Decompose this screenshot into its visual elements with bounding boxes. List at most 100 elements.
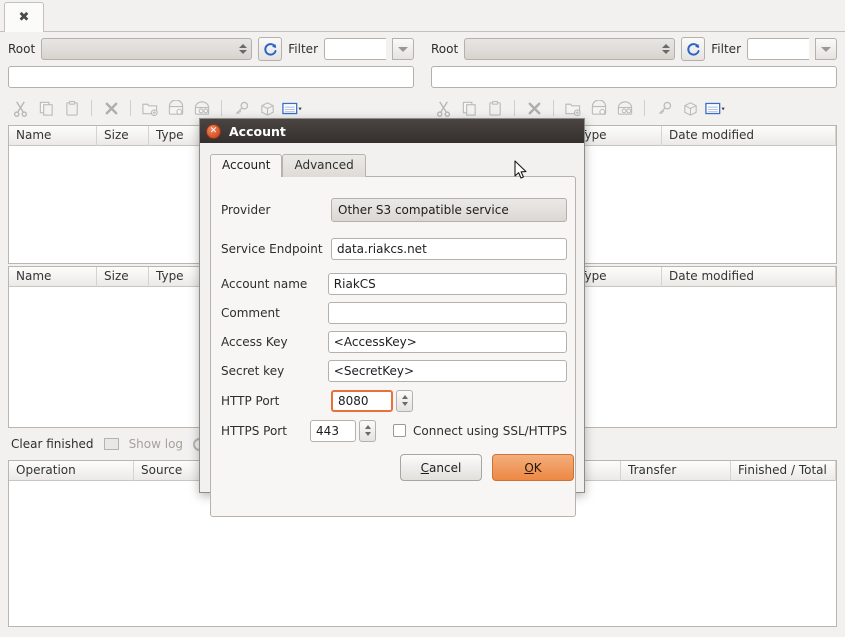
view-mode-icon[interactable] [281,97,305,119]
column-header-size[interactable]: Size [97,126,149,146]
service-endpoint-label: Service Endpoint [221,242,331,256]
https-port-spin-buttons[interactable] [359,420,376,442]
comment-input[interactable] [328,302,567,324]
left-filter-label: Filter [288,42,318,56]
column-header-finished-total[interactable]: Finished / Total [731,461,836,481]
copy-icon[interactable] [457,97,481,119]
left-refresh-button[interactable] [258,37,282,61]
access-key-input[interactable]: <AccessKey> [328,331,567,353]
refresh-icon [263,42,278,57]
row-secret-key: Secret key <SecretKey> [221,356,567,385]
delete-icon[interactable] [522,97,546,119]
row-account-name: Account name RiakCS [221,269,567,298]
left-root-row: Root Filter [0,36,422,62]
folder-lock-key-icon[interactable] [613,97,637,119]
show-log-button[interactable]: Show log [129,437,184,451]
account-dialog: ✕ Account Account Advanced Provider Othe… [199,118,585,493]
dialog-tab-bar: Account Advanced [210,154,366,177]
close-icon[interactable]: ✕ [206,124,221,139]
tab-advanced[interactable]: Advanced [282,154,365,177]
tab-account[interactable]: Account [210,154,282,177]
dialog-button-row: Cancel OK [400,454,574,481]
view-mode-icon[interactable] [704,97,728,119]
toolbar-separator [221,100,222,116]
cancel-button[interactable]: Cancel [400,454,482,481]
column-header-name[interactable]: Name [9,126,97,146]
ok-button-mnemonic: O [524,461,533,475]
left-root-combo[interactable] [41,38,252,60]
folder-lock-icon[interactable] [164,97,188,119]
https-port-input[interactable]: 443 [310,420,356,442]
secret-key-input[interactable]: <SecretKey> [328,360,567,382]
right-filter-input[interactable] [747,38,809,60]
ssl-checkbox[interactable] [393,424,406,437]
key-icon[interactable] [652,97,676,119]
toolbar-separator [644,100,645,116]
row-access-key: Access Key <AccessKey> [221,327,567,356]
row-http-port: HTTP Port 8080 [221,385,567,416]
close-icon: ✖ [19,11,30,24]
provider-select[interactable]: Other S3 compatible service [331,198,567,222]
folder-lock-key-icon[interactable] [190,97,214,119]
http-port-label: HTTP Port [221,394,331,408]
key-icon[interactable] [229,97,253,119]
column-header-operation[interactable]: Operation [9,461,134,481]
toolbar-separator [553,100,554,116]
chevron-down-icon [821,47,831,52]
ok-button[interactable]: OK [492,454,574,481]
row-https-port: HTTPS Port 443 Connect using SSL/HTTPS [221,416,567,445]
column-header-type[interactable]: Type [572,267,662,287]
http-port-stepper[interactable]: 8080 [331,390,413,412]
right-root-label: Root [431,42,458,56]
right-root-row: Root Filter [423,36,845,62]
clear-finished-button[interactable]: Clear finished [11,437,94,451]
row-service-endpoint: Service Endpoint data.riakcs.net [221,229,567,269]
refresh-icon [686,42,701,57]
toolbar-separator [514,100,515,116]
paste-icon[interactable] [60,97,84,119]
column-header-date[interactable]: Date modified [662,126,836,146]
service-endpoint-input[interactable]: data.riakcs.net [331,238,567,260]
secret-key-label: Secret key [221,364,328,378]
comment-label: Comment [221,306,328,320]
left-filter-dropdown[interactable] [392,38,414,60]
folder-lock-icon[interactable] [587,97,611,119]
tab-close-button[interactable]: ✖ [4,2,44,32]
dialog-titlebar[interactable]: ✕ Account [200,119,584,143]
package-icon[interactable] [255,97,279,119]
account-name-input[interactable]: RiakCS [328,273,567,295]
left-path-input[interactable] [8,66,414,88]
column-header-transfer[interactable]: Transfer [621,461,731,481]
access-key-label: Access Key [221,335,328,349]
chevron-updown-icon [239,44,247,54]
column-header-date[interactable]: Date modified [662,267,836,287]
cut-icon[interactable] [8,97,32,119]
left-filter-input[interactable] [324,38,386,60]
column-header-type[interactable]: Type [572,126,662,146]
log-icon [104,438,119,450]
https-port-stepper[interactable]: 443 [310,420,376,442]
row-comment: Comment [221,298,567,327]
right-filter-dropdown[interactable] [815,38,837,60]
paste-icon[interactable] [483,97,507,119]
column-header-size[interactable]: Size [97,267,149,287]
left-root-label: Root [8,42,35,56]
right-path-input[interactable] [431,66,837,88]
column-header-name[interactable]: Name [9,267,97,287]
account-name-label: Account name [221,277,328,291]
chevron-down-icon [398,47,408,52]
dialog-title: Account [229,124,286,139]
http-port-input[interactable]: 8080 [331,390,393,412]
delete-icon[interactable] [99,97,123,119]
account-form: Provider Other S3 compatible service Ser… [221,191,567,445]
right-refresh-button[interactable] [681,37,705,61]
toolbar-separator [130,100,131,116]
copy-icon[interactable] [34,97,58,119]
http-port-spin-buttons[interactable] [396,390,413,412]
new-folder-icon[interactable] [561,97,585,119]
application-window: ✖ Root Filter [0,0,845,637]
cut-icon[interactable] [431,97,455,119]
package-icon[interactable] [678,97,702,119]
right-root-combo[interactable] [464,38,675,60]
new-folder-icon[interactable] [138,97,162,119]
